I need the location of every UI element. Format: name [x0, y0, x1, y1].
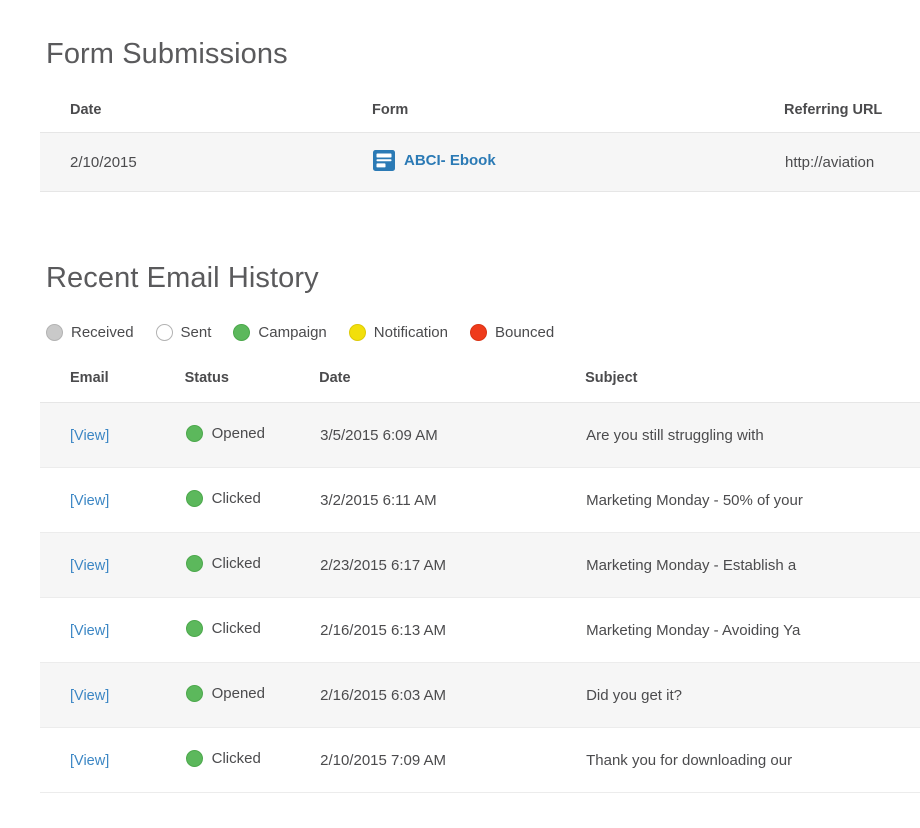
cell-email-subject: Thank you for downloading our	[585, 727, 920, 793]
form-submissions-body: 2/10/2015 ABCI- Ebook http://aviation	[40, 132, 920, 192]
status-badge: Clicked	[185, 554, 261, 572]
cell-email-view: [View]	[40, 597, 185, 663]
table-row: [View] Opened 3/5/2015 6:09 AM Are you s…	[40, 402, 920, 468]
legend-item-bounced: Bounced	[469, 324, 555, 341]
legend-item-notification: Notification	[348, 324, 448, 341]
legend-label-notification: Notification	[373, 324, 448, 341]
cell-email-subject: Did you get it?	[585, 662, 920, 728]
page-root: Form Submissions Date Form Referring URL…	[0, 0, 920, 828]
table-header-row: Date Form Referring URL	[40, 96, 920, 133]
cell-status: Opened	[184, 402, 320, 468]
status-label: Clicked	[211, 554, 261, 572]
status-label: Clicked	[211, 489, 261, 507]
legend-item-campaign: Campaign	[233, 324, 327, 341]
cell-email-date: 2/16/2015 6:13 AM	[319, 597, 586, 663]
cell-email-view: [View]	[40, 402, 185, 468]
column-header-subject: Subject	[585, 362, 920, 403]
cell-email-view: [View]	[40, 662, 185, 728]
cell-submission-date: 2/10/2015	[40, 132, 372, 192]
status-badge: Opened	[185, 424, 265, 442]
campaign-status-dot	[233, 324, 251, 341]
status-badge: Clicked	[185, 489, 261, 507]
notification-status-dot	[348, 324, 366, 341]
cell-status: Clicked	[184, 727, 320, 793]
view-email-link[interactable]: [View]	[70, 558, 109, 574]
cell-email-date: 3/5/2015 6:09 AM	[319, 402, 586, 468]
campaign-status-dot	[185, 684, 203, 702]
cell-email-view: [View]	[40, 532, 185, 598]
column-header-status: Status	[184, 362, 320, 403]
view-email-link[interactable]: [View]	[70, 688, 109, 704]
column-header-form: Form	[372, 96, 784, 133]
column-header-date: Date	[40, 96, 372, 133]
column-header-date: Date	[319, 362, 586, 403]
status-label: Clicked	[211, 749, 261, 767]
form-submissions-table: Date Form Referring URL 2/10/2015 ABCI- …	[40, 96, 920, 192]
legend-label-campaign: Campaign	[258, 324, 327, 341]
campaign-status-dot	[185, 554, 203, 572]
status-badge: Opened	[185, 684, 265, 702]
email-history-table: Email Status Date Subject [View] Opened …	[40, 362, 920, 793]
cell-email-view: [View]	[40, 727, 185, 793]
cell-status: Clicked	[184, 532, 320, 598]
cell-email-date: 2/10/2015 7:09 AM	[319, 727, 586, 793]
table-row: [View] Clicked 2/10/2015 7:09 AM Thank y…	[40, 727, 920, 793]
form-link[interactable]: ABCI- Ebook	[373, 149, 496, 171]
table-header-row: Email Status Date Subject	[40, 362, 920, 403]
form-link-label: ABCI- Ebook	[404, 151, 496, 169]
legend-item-sent: Sent	[155, 324, 212, 341]
cell-email-subject: Are you still struggling with	[585, 402, 920, 468]
cell-email-date: 3/2/2015 6:11 AM	[319, 467, 586, 533]
view-email-link[interactable]: [View]	[70, 753, 109, 769]
campaign-status-dot	[185, 489, 203, 507]
cell-email-subject: Marketing Monday - Avoiding Ya	[585, 597, 920, 663]
table-row: [View] Clicked 3/2/2015 6:11 AM Marketin…	[40, 467, 920, 533]
legend-label-sent: Sent	[180, 324, 212, 341]
campaign-status-dot	[185, 424, 203, 442]
view-email-link[interactable]: [View]	[70, 428, 109, 444]
view-email-link[interactable]: [View]	[70, 623, 109, 639]
view-email-link[interactable]: [View]	[70, 493, 109, 509]
legend-label-bounced: Bounced	[494, 324, 555, 341]
status-label: Opened	[211, 684, 265, 702]
form-submissions-header: Date Form Referring URL	[40, 96, 920, 133]
table-row: 2/10/2015 ABCI- Ebook http://aviation	[40, 132, 920, 192]
cell-status: Clicked	[184, 467, 320, 533]
table-row: [View] Clicked 2/16/2015 6:13 AM Marketi…	[40, 597, 920, 663]
cell-email-date: 2/23/2015 6:17 AM	[319, 532, 586, 598]
status-label: Opened	[211, 424, 265, 442]
email-status-legend: Received Sent Campaign Notification Boun…	[46, 324, 576, 341]
column-header-referring-url: Referring URL	[784, 96, 920, 133]
status-label: Clicked	[211, 619, 261, 637]
cell-email-date: 2/16/2015 6:03 AM	[319, 662, 586, 728]
cell-form: ABCI- Ebook	[372, 132, 784, 192]
cell-email-view: [View]	[40, 467, 185, 533]
legend-label-received: Received	[71, 324, 134, 341]
form-document-icon	[373, 149, 395, 171]
recent-email-history-heading: Recent Email History	[46, 262, 319, 294]
campaign-status-dot	[185, 619, 203, 637]
cell-email-subject: Marketing Monday - Establish a	[585, 532, 920, 598]
table-row: [View] Opened 2/16/2015 6:03 AM Did you …	[40, 662, 920, 728]
sent-status-dot	[155, 324, 173, 341]
status-badge: Clicked	[185, 749, 261, 767]
campaign-status-dot	[185, 749, 203, 767]
cell-email-subject: Marketing Monday - 50% of your	[585, 467, 920, 533]
bounced-status-dot	[469, 324, 487, 341]
column-header-email: Email	[40, 362, 185, 403]
legend-item-received: Received	[46, 324, 134, 341]
table-row: [View] Clicked 2/23/2015 6:17 AM Marketi…	[40, 532, 920, 598]
received-status-dot	[46, 324, 63, 341]
cell-status: Opened	[184, 662, 320, 728]
cell-referring-url: http://aviation	[784, 132, 920, 192]
email-history-header: Email Status Date Subject	[40, 362, 920, 403]
cell-status: Clicked	[184, 597, 320, 663]
status-badge: Clicked	[185, 619, 261, 637]
email-history-body: [View] Opened 3/5/2015 6:09 AM Are you s…	[40, 402, 920, 793]
form-submissions-heading: Form Submissions	[46, 38, 288, 70]
